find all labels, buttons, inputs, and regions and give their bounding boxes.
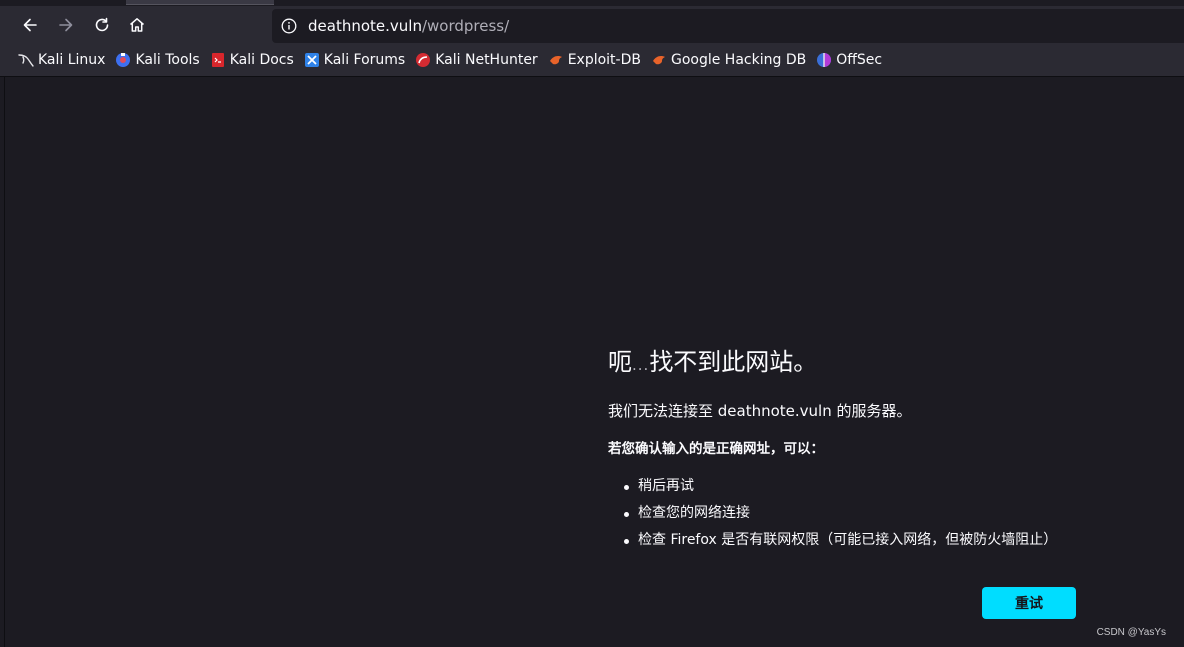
window-left-border — [4, 77, 5, 647]
forward-arrow-icon — [59, 18, 73, 32]
bookmark-label: Google Hacking DB — [670, 52, 807, 68]
error-title-prefix: 呃 — [608, 348, 632, 376]
kali-tools-icon — [115, 52, 131, 68]
active-tab-edge[interactable] — [126, 0, 274, 5]
reload-button[interactable] — [87, 10, 117, 40]
url-host: deathnote.vuln — [308, 17, 422, 35]
suggestion-item: 检查 Firefox 是否有联网权限（可能已接入网络，但被防火墙阻止） — [624, 527, 1128, 554]
ghdb-icon — [651, 52, 667, 68]
retry-button[interactable]: 重试 — [982, 587, 1076, 619]
forward-button[interactable] — [51, 10, 81, 40]
reload-icon — [95, 17, 109, 32]
kali-docs-icon — [210, 52, 226, 68]
bookmark-kali-forums[interactable]: Kali Forums — [300, 47, 409, 73]
bookmark-offsec[interactable]: OffSec — [812, 47, 886, 73]
bookmarks-toolbar: Kali Linux Kali Tools Kali Docs Kali For… — [0, 44, 1184, 77]
exploit-db-icon — [548, 52, 564, 68]
url-text[interactable]: deathnote.vuln/wordpress/ — [308, 17, 509, 35]
kali-forums-icon — [304, 52, 320, 68]
bookmark-google-hacking-db[interactable]: Google Hacking DB — [647, 47, 810, 73]
suggestion-item: 检查您的网络连接 — [624, 500, 1128, 527]
nethunter-icon — [415, 52, 431, 68]
bookmark-label: OffSec — [836, 52, 883, 68]
bookmark-kali-nethunter[interactable]: Kali NetHunter — [411, 47, 541, 73]
bookmark-exploit-db[interactable]: Exploit-DB — [544, 47, 645, 73]
watermark: CSDN @YasYs — [1096, 627, 1166, 638]
bookmark-label: Kali Linux — [38, 52, 106, 68]
bookmark-label: Kali NetHunter — [435, 52, 538, 68]
error-title-dots: ... — [632, 356, 650, 374]
suggestion-item: 稍后再试 — [624, 473, 1128, 500]
address-bar[interactable]: deathnote.vuln/wordpress/ — [272, 9, 1184, 43]
navigation-toolbar: deathnote.vuln/wordpress/ — [0, 6, 1184, 44]
bookmark-label: Kali Docs — [229, 52, 294, 68]
offsec-icon — [816, 52, 832, 68]
bookmark-kali-tools[interactable]: Kali Tools — [111, 47, 203, 73]
url-path: /wordpress/ — [421, 17, 510, 35]
suggestion-list: 稍后再试 检查您的网络连接 检查 Firefox 是否有联网权限（可能已接入网络… — [608, 473, 1128, 554]
error-title: 呃...找不到此网站。 — [608, 346, 1128, 381]
home-button[interactable] — [122, 10, 152, 40]
back-arrow-icon — [23, 18, 37, 32]
error-panel: 呃...找不到此网站。 我们无法连接至 deathnote.vuln 的服务器。… — [608, 346, 1128, 554]
bookmark-kali-docs[interactable]: Kali Docs — [206, 47, 298, 73]
error-description: 我们无法连接至 deathnote.vuln 的服务器。 — [608, 402, 912, 420]
home-icon — [130, 18, 144, 32]
site-info-icon[interactable] — [280, 17, 298, 35]
suggestion-heading: 若您确认输入的是正确网址，可以： — [608, 441, 824, 457]
bookmark-label: Kali Forums — [323, 52, 406, 68]
error-title-main: 找不到此网站。 — [649, 348, 818, 376]
bookmark-kali-linux[interactable]: Kali Linux — [14, 47, 109, 73]
back-button[interactable] — [15, 10, 45, 40]
bookmark-label: Exploit-DB — [567, 52, 641, 68]
bookmark-label: Kali Tools — [135, 52, 200, 68]
kali-dragon-icon — [18, 52, 34, 68]
